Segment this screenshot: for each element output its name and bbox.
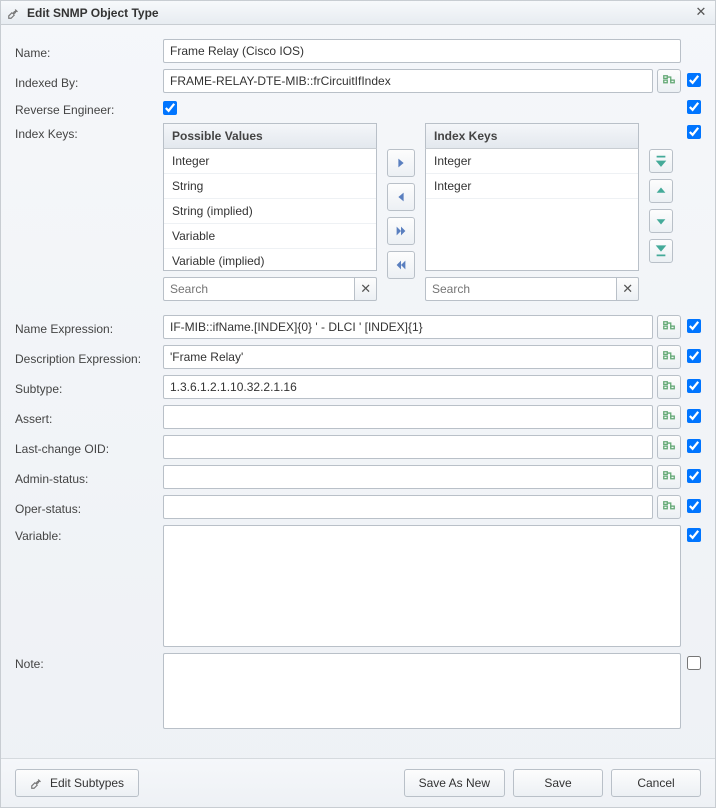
label-oper-status: Oper-status:: [15, 498, 163, 516]
edit-subtypes-label: Edit Subtypes: [50, 776, 124, 790]
list-item[interactable]: Variable: [164, 224, 376, 249]
close-button[interactable]: ✕: [693, 5, 709, 21]
description-expression-input[interactable]: [163, 345, 653, 369]
edit-subtypes-button[interactable]: Edit Subtypes: [15, 769, 139, 797]
add-all-button[interactable]: [387, 217, 415, 245]
tree-icon: [662, 470, 676, 484]
chevron-right-icon: [394, 156, 408, 170]
note-textarea[interactable]: [163, 653, 681, 729]
index-keys-search-input[interactable]: [425, 277, 617, 301]
wrench-icon: [30, 776, 44, 790]
note-inherit-checkbox[interactable]: [687, 656, 701, 670]
double-chevron-left-icon: [394, 258, 408, 272]
tree-icon: [662, 410, 676, 424]
titlebar: Edit SNMP Object Type ✕: [1, 1, 715, 25]
description-expression-inherit-checkbox[interactable]: [687, 349, 701, 363]
move-bottom-button[interactable]: [649, 239, 673, 263]
oper-status-input[interactable]: [163, 495, 653, 519]
list-item[interactable]: Integer: [426, 174, 638, 199]
admin-status-browse-button[interactable]: [657, 465, 681, 489]
label-admin-status: Admin-status:: [15, 468, 163, 486]
subtype-inherit-checkbox[interactable]: [687, 379, 701, 393]
tree-icon: [662, 440, 676, 454]
arrow-down-icon: [654, 214, 668, 228]
label-name-expr: Name Expression:: [15, 318, 163, 336]
last-change-browse-button[interactable]: [657, 435, 681, 459]
tree-icon: [662, 74, 676, 88]
subtype-browse-button[interactable]: [657, 375, 681, 399]
add-button[interactable]: [387, 149, 415, 177]
name-expression-input[interactable]: [163, 315, 653, 339]
possible-values-header: Possible Values: [163, 123, 377, 149]
list-item[interactable]: String: [164, 174, 376, 199]
last-change-inherit-checkbox[interactable]: [687, 439, 701, 453]
last-change-input[interactable]: [163, 435, 653, 459]
wrench-icon: [7, 6, 21, 20]
indexed-by-inherit-checkbox[interactable]: [687, 73, 701, 87]
label-index-keys: Index Keys:: [15, 123, 163, 141]
dialog-edit-snmp-object-type: Edit SNMP Object Type ✕ Name: Indexed By…: [0, 0, 716, 808]
variable-inherit-checkbox[interactable]: [687, 528, 701, 542]
reverse-engineer-checkbox[interactable]: [163, 101, 177, 115]
move-top-button[interactable]: [649, 149, 673, 173]
remove-button[interactable]: [387, 183, 415, 211]
label-name: Name:: [15, 42, 163, 60]
possible-values-listbox: Possible Values Integer String String (i…: [163, 123, 377, 301]
index-keys-inherit-checkbox[interactable]: [687, 125, 701, 139]
arrow-top-icon: [654, 154, 668, 168]
index-keys-listbox: Index Keys Integer Integer ✕: [425, 123, 639, 301]
move-down-button[interactable]: [649, 209, 673, 233]
list-item[interactable]: String (implied): [164, 199, 376, 224]
label-note: Note:: [15, 653, 163, 671]
label-reverse-engineer: Reverse Engineer:: [15, 99, 163, 117]
assert-inherit-checkbox[interactable]: [687, 409, 701, 423]
name-expression-browse-button[interactable]: [657, 315, 681, 339]
admin-status-input[interactable]: [163, 465, 653, 489]
name-input[interactable]: [163, 39, 681, 63]
index-keys-search-clear-button[interactable]: ✕: [617, 277, 639, 301]
oper-status-browse-button[interactable]: [657, 495, 681, 519]
chevron-left-icon: [394, 190, 408, 204]
subtype-input[interactable]: [163, 375, 653, 399]
tree-icon: [662, 380, 676, 394]
label-assert: Assert:: [15, 408, 163, 426]
possible-values-search-input[interactable]: [163, 277, 355, 301]
assert-input[interactable]: [163, 405, 653, 429]
save-button[interactable]: Save: [513, 769, 603, 797]
reverse-engineer-inherit-checkbox[interactable]: [687, 100, 701, 114]
label-subtype: Subtype:: [15, 378, 163, 396]
indexed-by-input[interactable]: [163, 69, 653, 93]
index-keys-header: Index Keys: [425, 123, 639, 149]
list-item[interactable]: Integer: [164, 149, 376, 174]
list-item[interactable]: Integer: [426, 149, 638, 174]
label-desc-expr: Description Expression:: [15, 348, 163, 366]
list-item[interactable]: Variable (implied): [164, 249, 376, 271]
tree-icon: [662, 320, 676, 334]
arrow-bottom-icon: [654, 244, 668, 258]
cancel-button[interactable]: Cancel: [611, 769, 701, 797]
dialog-title: Edit SNMP Object Type: [27, 6, 159, 20]
admin-status-inherit-checkbox[interactable]: [687, 469, 701, 483]
tree-icon: [662, 500, 676, 514]
double-chevron-right-icon: [394, 224, 408, 238]
label-indexed-by: Indexed By:: [15, 72, 163, 90]
arrow-up-icon: [654, 184, 668, 198]
save-as-new-button[interactable]: Save As New: [404, 769, 505, 797]
assert-browse-button[interactable]: [657, 405, 681, 429]
oper-status-inherit-checkbox[interactable]: [687, 499, 701, 513]
label-last-change: Last-change OID:: [15, 438, 163, 456]
remove-all-button[interactable]: [387, 251, 415, 279]
move-up-button[interactable]: [649, 179, 673, 203]
indexed-by-browse-button[interactable]: [657, 69, 681, 93]
label-variable: Variable:: [15, 525, 163, 543]
name-expression-inherit-checkbox[interactable]: [687, 319, 701, 333]
description-expression-browse-button[interactable]: [657, 345, 681, 369]
variable-textarea[interactable]: [163, 525, 681, 647]
possible-values-search-clear-button[interactable]: ✕: [355, 277, 377, 301]
tree-icon: [662, 350, 676, 364]
